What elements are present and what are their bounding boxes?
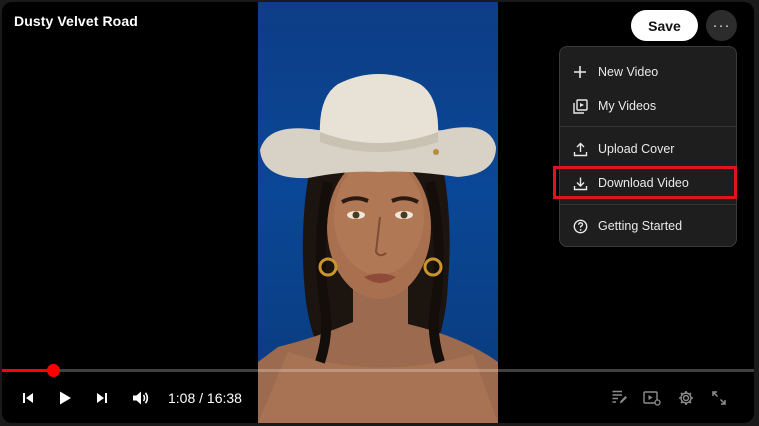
- next-button[interactable]: [91, 387, 113, 409]
- video-title: Dusty Velvet Road: [14, 13, 138, 29]
- options-menu: New Video My Videos Upload Cover Downloa…: [559, 46, 737, 247]
- menu-item-label: Upload Cover: [598, 142, 675, 156]
- menu-item-new-video[interactable]: New Video: [560, 57, 736, 87]
- previous-button[interactable]: [17, 387, 39, 409]
- gear-icon: [679, 391, 693, 405]
- volume-icon: [133, 391, 149, 405]
- captions-edit-icon: [612, 390, 627, 404]
- video-settings-icon: [643, 391, 661, 406]
- menu-item-upload-cover[interactable]: Upload Cover: [560, 134, 736, 164]
- more-options-button[interactable]: ···: [706, 10, 737, 41]
- video-thumbnail-image: [258, 74, 498, 423]
- plus-icon: [572, 64, 588, 80]
- fullscreen-button[interactable]: [708, 387, 730, 409]
- menu-item-label: Getting Started: [598, 219, 683, 233]
- video-frame[interactable]: [258, 2, 498, 423]
- menu-item-label: My Videos: [598, 99, 657, 113]
- upload-icon: [572, 141, 588, 157]
- more-horizontal-icon: ···: [712, 17, 731, 34]
- video-player[interactable]: Dusty Velvet Road Save ··· New Video My …: [2, 2, 754, 423]
- menu-item-my-videos[interactable]: My Videos: [560, 91, 736, 121]
- subtitles-button[interactable]: [608, 387, 630, 409]
- play-icon: [60, 391, 71, 405]
- menu-item-getting-started[interactable]: Getting Started: [560, 211, 736, 241]
- progress-bar[interactable]: [2, 364, 754, 377]
- volume-button[interactable]: [129, 387, 153, 409]
- menu-divider: [560, 204, 736, 205]
- expand-icon: [712, 391, 726, 405]
- skip-previous-icon: [23, 393, 33, 403]
- playback-settings-button[interactable]: [641, 387, 663, 409]
- settings-button[interactable]: [675, 387, 697, 409]
- download-icon: [572, 175, 588, 191]
- play-button[interactable]: [54, 387, 76, 409]
- skip-next-icon: [97, 393, 107, 403]
- progress-scrubber[interactable]: [47, 364, 61, 377]
- help-circle-icon: [572, 218, 588, 234]
- menu-item-label: Download Video: [598, 176, 689, 190]
- video-library-icon: [572, 98, 588, 114]
- progress-fill: [2, 369, 54, 372]
- menu-item-download-video[interactable]: Download Video: [560, 168, 736, 198]
- menu-item-label: New Video: [598, 65, 659, 79]
- time-display: 1:08 / 16:38: [168, 390, 242, 406]
- save-button[interactable]: Save: [631, 10, 698, 41]
- menu-divider: [560, 126, 736, 127]
